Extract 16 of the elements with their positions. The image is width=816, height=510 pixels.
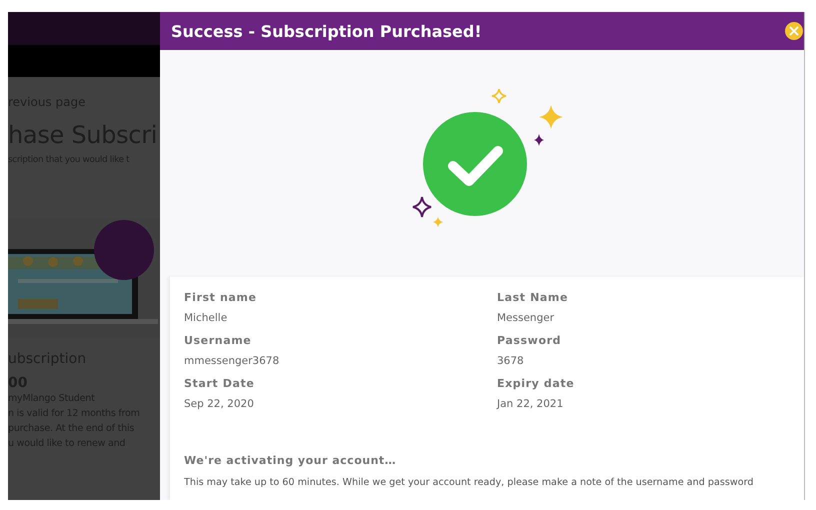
close-icon[interactable]: [785, 22, 803, 40]
field-value: mmessenger3678: [184, 355, 280, 367]
field-label: First name: [184, 291, 258, 304]
field-value: Michelle: [184, 312, 228, 324]
field-value: Jan 22, 2021: [497, 398, 564, 410]
field-label: Start Date: [184, 377, 256, 390]
field-value: Sep 22, 2020: [184, 398, 255, 410]
field-label: Last Name: [497, 291, 570, 304]
field-label: Expiry date: [497, 377, 576, 390]
dialog-title: Success - Subscription Purchased!: [171, 22, 482, 40]
notice-title: We're activating your account…: [184, 454, 398, 467]
field-value: 3678: [497, 355, 525, 367]
notice-text: This may take up to 60 minutes. While we get your account ready, please make a note of the username and password: [184, 476, 754, 490]
field-label: Password: [497, 334, 562, 347]
field-value: Messenger: [497, 312, 556, 324]
field-label: Username: [184, 334, 252, 347]
